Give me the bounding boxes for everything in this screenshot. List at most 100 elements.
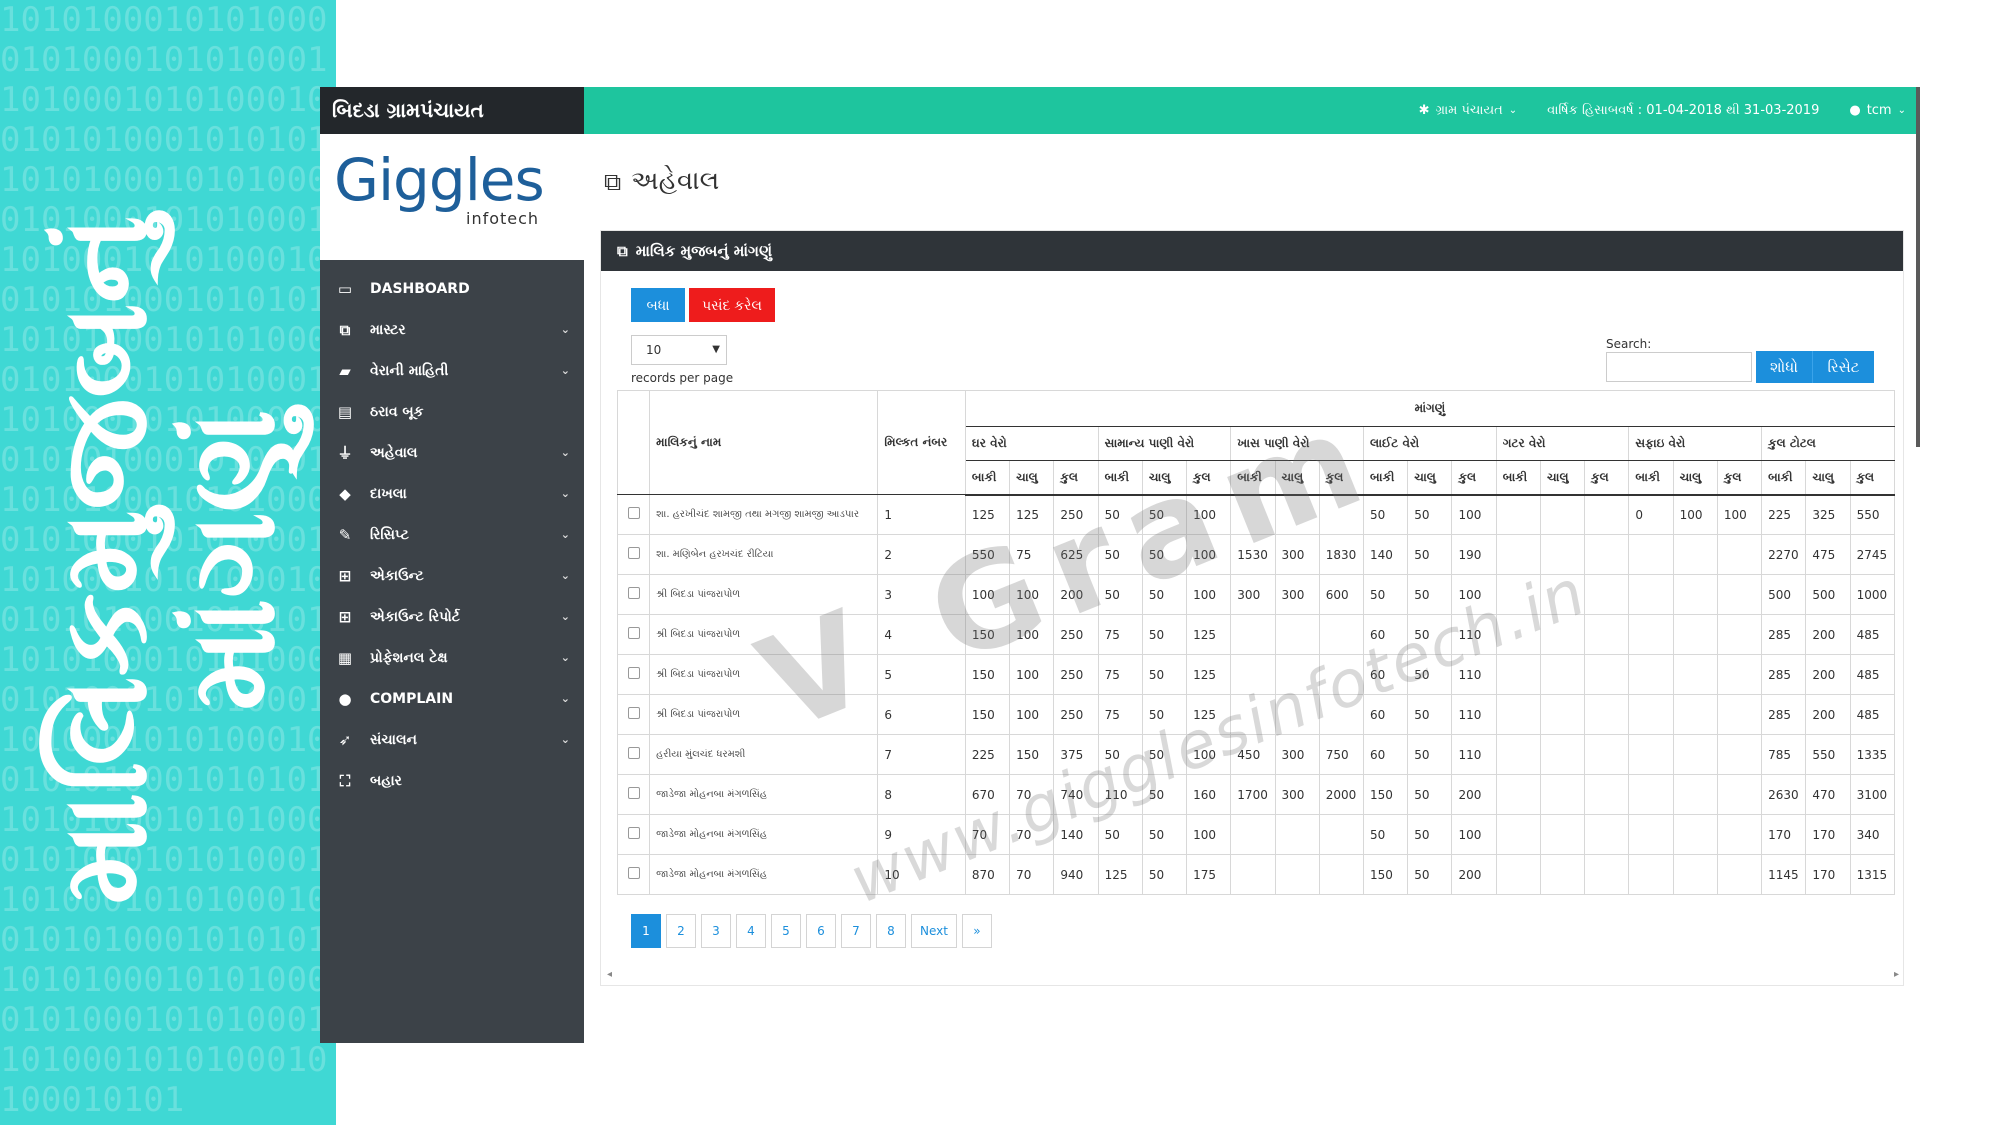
page-link-7[interactable]: 7 — [841, 914, 871, 948]
sub-column-header: કુલ — [1584, 460, 1630, 496]
amount-cell — [1716, 574, 1763, 615]
chevron-down-icon: ⌄ — [560, 569, 570, 582]
user-menu[interactable]: ● tcm ⌄ — [1849, 103, 1906, 118]
binary-row: 100010101 — [0, 1080, 185, 1120]
amount-cell — [1539, 774, 1586, 815]
sidebar-item-10[interactable]: ▦ પ્રોફેશનલ ટેક્ષ ⌄ — [320, 637, 584, 678]
brand-title[interactable]: બિદડા ગ્રામપંચાયત — [320, 87, 584, 134]
next-page-button[interactable]: Next — [911, 914, 957, 948]
page-link-3[interactable]: 3 — [701, 914, 731, 948]
row-checkbox[interactable] — [627, 707, 640, 719]
amount-cell — [1495, 814, 1541, 855]
scroll-left-icon[interactable]: ◂ — [607, 969, 612, 980]
row-checkbox[interactable] — [627, 587, 640, 599]
amount-cell — [1716, 654, 1763, 695]
amount-cell: 2000 — [1318, 774, 1365, 815]
row-checkbox[interactable] — [627, 627, 640, 639]
selected-button[interactable]: પસંદ કરેલ — [689, 288, 775, 322]
book-icon: ▤ — [337, 402, 353, 421]
row-checkbox[interactable] — [627, 787, 640, 799]
amount-cell: 50 — [1407, 734, 1453, 775]
sidebar-item-1[interactable]: ▭ DASHBOARD — [320, 268, 584, 309]
sidebar-item-8[interactable]: ⊞ એકાઉન્ટ ⌄ — [320, 555, 584, 596]
amount-cell — [1274, 614, 1320, 655]
row-select-cell — [616, 814, 651, 855]
row-checkbox[interactable] — [627, 867, 640, 879]
amount-cell — [1716, 614, 1763, 655]
search-button[interactable]: શોધો — [1756, 351, 1812, 383]
amount-cell — [1716, 734, 1763, 775]
sidebar-item-11[interactable]: ● COMPLAIN ⌄ — [320, 678, 584, 719]
amount-cell — [1539, 654, 1586, 695]
amount-cell — [1584, 774, 1630, 815]
amount-cell — [1672, 774, 1718, 815]
sidebar-item-7[interactable]: ✎ રિસિપ્ટ ⌄ — [320, 514, 584, 555]
row-checkbox[interactable] — [627, 747, 640, 759]
amount-cell: 125 — [1097, 854, 1143, 895]
sidebar-item-2[interactable]: ⧉ માસ્ટર ⌄ — [320, 309, 584, 350]
page-link-1[interactable]: 1 — [631, 914, 661, 948]
sidebar-item-12[interactable]: ➶ સંચાલન ⌄ — [320, 719, 584, 760]
all-button[interactable]: બધા — [631, 288, 685, 322]
amount-cell: 150 — [1362, 774, 1409, 815]
amount-cell: 50 — [1141, 854, 1188, 895]
panel-header: ⧉ માલિક મુજબનું માંગણું — [601, 231, 1903, 271]
user-icon: ● — [1849, 103, 1861, 118]
amount-cell: 750 — [1318, 734, 1365, 775]
row-checkbox[interactable] — [627, 547, 640, 559]
owner-name-cell: જાડેજા મોહનબા મંગળસિંહ — [649, 774, 879, 815]
page-link-6[interactable]: 6 — [806, 914, 836, 948]
amount-cell — [1318, 814, 1365, 855]
scroll-right-icon[interactable]: ▸ — [1894, 969, 1899, 980]
tags-icon: ◆ — [339, 484, 351, 503]
amount-cell — [1539, 854, 1586, 895]
sidebar-item-label: પ્રોફેશનલ ટેક્ષ — [370, 649, 448, 666]
amount-cell — [1716, 854, 1763, 895]
amount-cell: 225 — [1761, 494, 1807, 535]
search-label: Search: — [1606, 337, 1652, 351]
sub-column-header: બાકી — [964, 460, 1011, 496]
sidebar-item-4[interactable]: ▤ ઠરાવ બૂક — [320, 391, 584, 432]
owner-name-header: માલિકનું નામ — [649, 390, 879, 495]
horizontal-scrollbar[interactable]: ◂ ▸ — [601, 969, 1905, 985]
amount-cell: 125 — [1186, 654, 1232, 695]
sidebar-item-5[interactable]: ⏚ અહેવાલ ⌄ — [320, 432, 584, 473]
records-per-page-label: records per page — [631, 371, 734, 385]
sidebar-item-label: COMPLAIN — [370, 690, 454, 707]
vertical-scrollbar[interactable] — [1916, 87, 1920, 447]
chevron-down-icon: ⌄ — [560, 528, 570, 541]
page-link-4[interactable]: 4 — [736, 914, 766, 948]
chevron-down-icon: ⌄ — [560, 487, 570, 500]
binary-row: 1010100010101000 — [0, 0, 328, 40]
amount-cell: 50 — [1407, 814, 1453, 855]
sidebar-item-3[interactable]: ▰ વેરાની માહિતી ⌄ — [320, 350, 584, 391]
search-input[interactable] — [1606, 352, 1752, 382]
amount-cell: 50 — [1407, 774, 1453, 815]
page-link-5[interactable]: 5 — [771, 914, 801, 948]
page-link-8[interactable]: 8 — [876, 914, 906, 948]
panchayat-dropdown[interactable]: ✱ ગ્રામ પંચાયત ⌄ — [1419, 103, 1518, 118]
chevron-down-icon: ⌄ — [560, 651, 570, 664]
calculator-icon: ▦ — [337, 648, 353, 667]
row-checkbox[interactable] — [627, 827, 640, 839]
rocket-icon: ➶ — [338, 730, 352, 749]
sidebar-item-label: માસ્ટર — [370, 321, 406, 338]
amount-cell — [1495, 734, 1541, 775]
amount-cell — [1628, 614, 1674, 655]
amount-cell: 50 — [1362, 814, 1409, 855]
row-select-cell — [616, 574, 651, 615]
amount-cell — [1716, 534, 1763, 575]
property-number-cell: 1 — [877, 494, 966, 535]
reset-button[interactable]: રિસેટ — [1812, 351, 1874, 383]
last-page-button[interactable]: » — [961, 914, 992, 948]
promo-banner: 1010100010101000 0101000101010001 10100010… — [0, 0, 336, 1125]
records-per-page-select[interactable]: 10 ▼ — [631, 335, 727, 365]
row-checkbox[interactable] — [627, 667, 640, 679]
row-checkbox[interactable] — [627, 507, 640, 519]
amount-cell: 2270 — [1761, 534, 1807, 575]
sidebar-item-6[interactable]: ◆ દાખલા ⌄ — [320, 473, 584, 514]
sidebar-item-13[interactable]: ⛶ બહાર — [320, 760, 584, 801]
amount-cell: 70 — [1009, 854, 1055, 895]
page-link-2[interactable]: 2 — [666, 914, 696, 948]
sidebar-item-9[interactable]: ⊞ એકાઉન્ટ રિપોર્ટ ⌄ — [320, 596, 584, 637]
